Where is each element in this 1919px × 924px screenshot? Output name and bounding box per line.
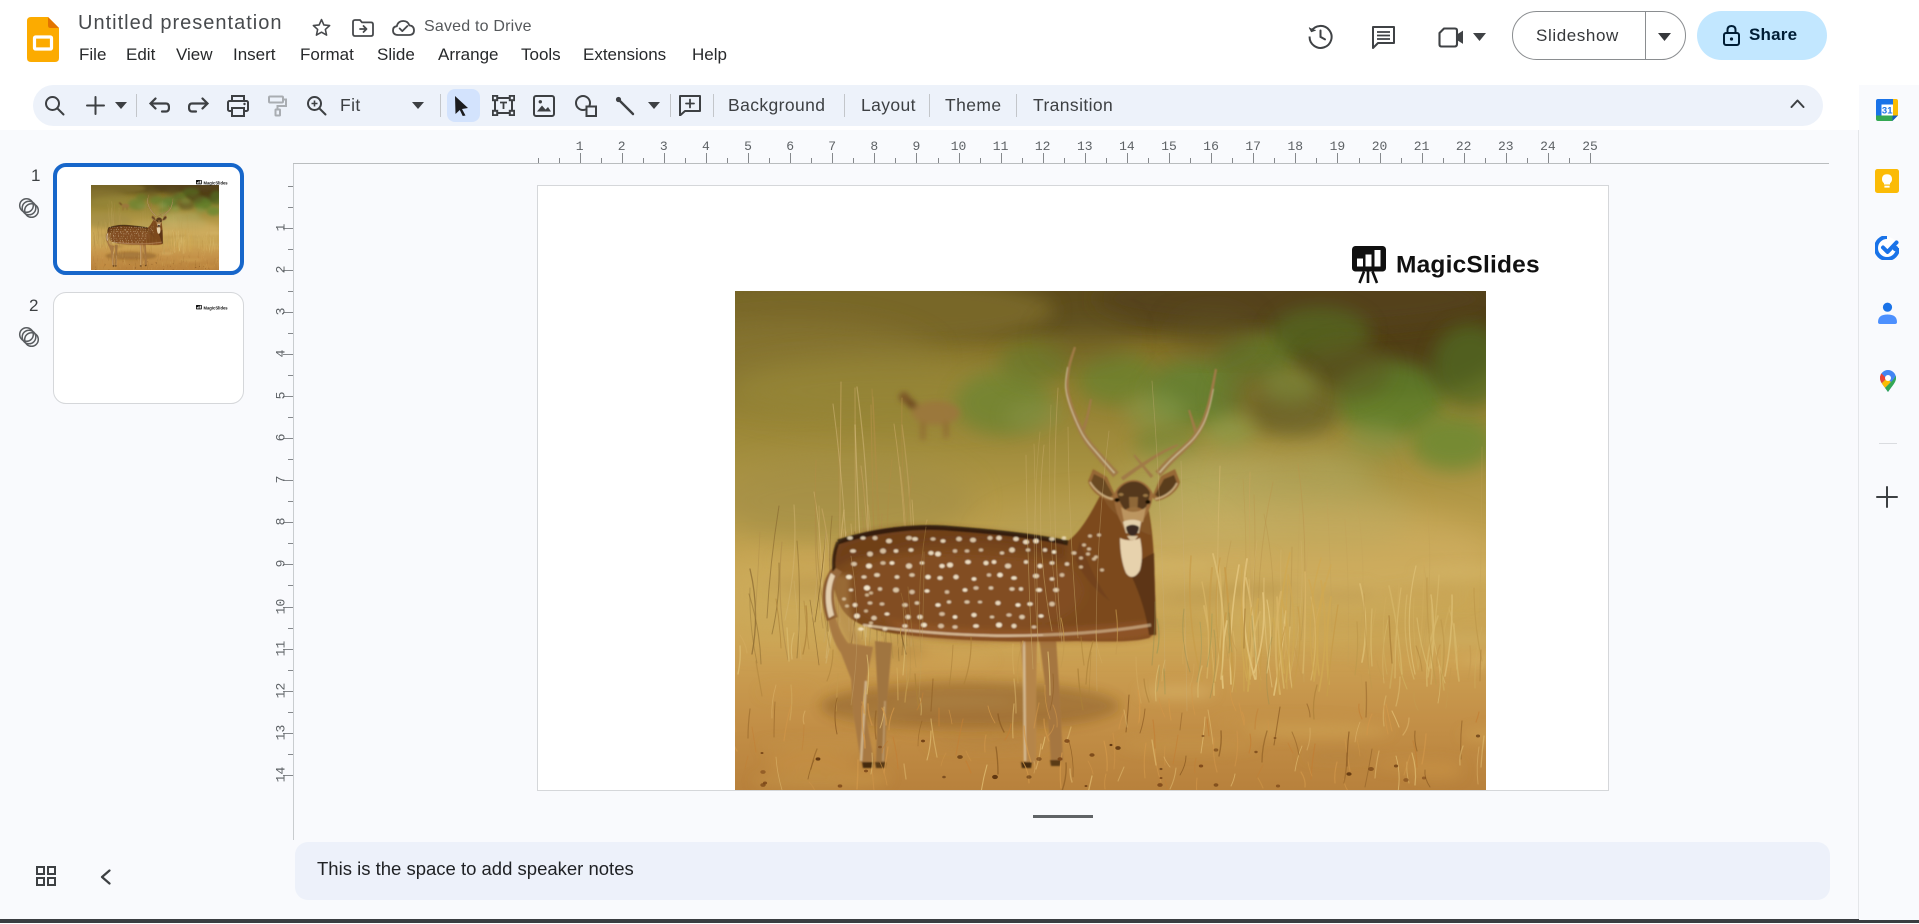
- svg-text:31: 31: [1882, 106, 1893, 117]
- svg-text:MagicSlides: MagicSlides: [204, 305, 229, 310]
- svg-text:MagicSlides: MagicSlides: [1396, 252, 1540, 279]
- svg-text:MagicSlides: MagicSlides: [204, 180, 229, 185]
